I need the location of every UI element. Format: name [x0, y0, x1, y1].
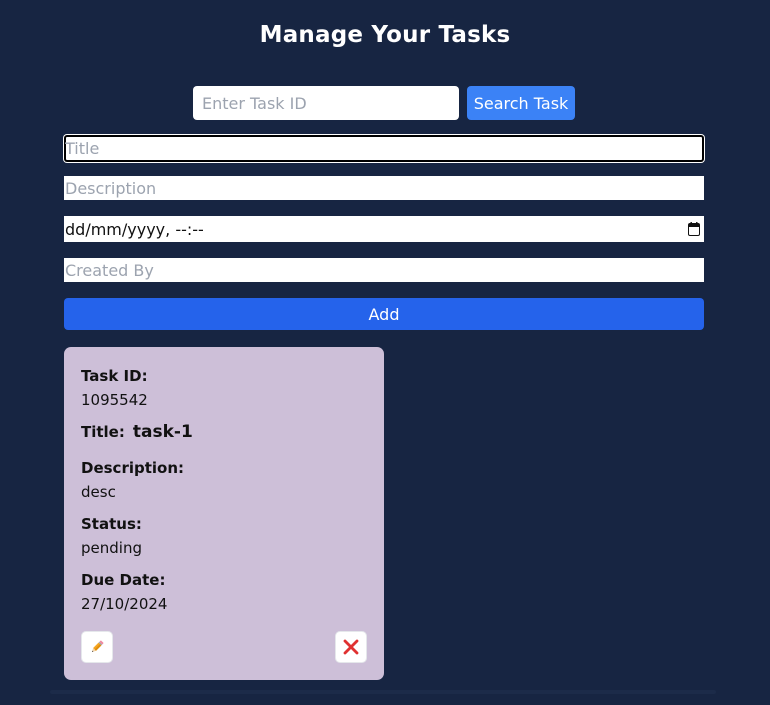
task-status-label: Status: — [81, 515, 142, 533]
due-date-field[interactable]: dd/mm/yyyy, --:-- — [64, 216, 704, 242]
task-manager-page: Manage Your Tasks Search Task dd/mm/yyyy… — [0, 0, 770, 705]
task-id-value: 1095542 — [81, 391, 148, 409]
created-by-field[interactable] — [64, 258, 704, 282]
title-field[interactable] — [64, 135, 704, 162]
add-task-button[interactable]: Add — [64, 298, 704, 330]
task-due-date-label: Due Date: — [81, 571, 166, 589]
calendar-icon[interactable] — [688, 221, 700, 236]
task-title-label: Title: — [81, 423, 125, 441]
task-title-value: task-1 — [132, 422, 193, 442]
task-id-search-input[interactable] — [193, 86, 459, 120]
task-list-divider — [50, 690, 716, 694]
task-description-value: desc — [81, 483, 116, 501]
pencil-icon — [89, 639, 105, 655]
task-title-row: Title: task-1 — [81, 422, 193, 442]
due-date-field-text: dd/mm/yyyy, --:-- — [65, 219, 204, 239]
task-card: Task ID: 1095542 Title: task-1 Descripti… — [64, 347, 384, 680]
delete-task-button[interactable] — [335, 631, 367, 663]
task-due-date-value: 27/10/2024 — [81, 595, 168, 613]
task-status-value: pending — [81, 539, 142, 557]
task-description-label: Description: — [81, 459, 185, 477]
page-title: Manage Your Tasks — [259, 22, 511, 48]
description-field[interactable] — [64, 176, 704, 200]
x-icon — [343, 639, 359, 655]
task-id-label: Task ID: — [81, 367, 148, 385]
edit-task-button[interactable] — [81, 631, 113, 663]
search-task-button[interactable]: Search Task — [467, 86, 575, 120]
